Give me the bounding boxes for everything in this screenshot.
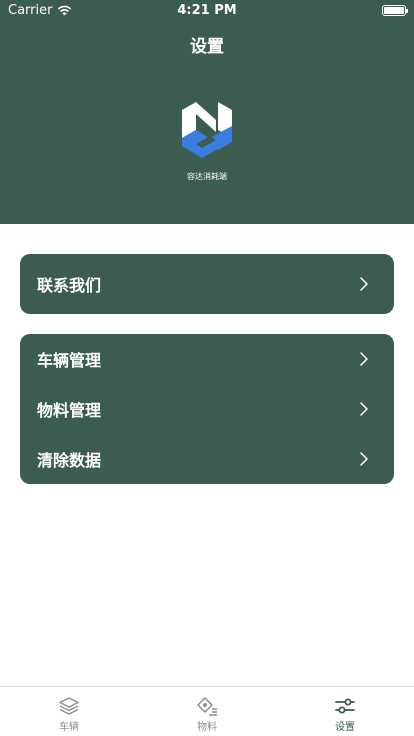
menu-item-label: 车辆管理 bbox=[37, 351, 102, 370]
chevron-right-icon bbox=[360, 452, 368, 466]
materials-icon bbox=[197, 697, 217, 716]
tab-settings[interactable]: 设置 bbox=[305, 687, 385, 736]
layers-icon bbox=[59, 697, 79, 715]
tab-vehicles[interactable]: 车辆 bbox=[29, 687, 109, 736]
menu-item-material-management[interactable]: 物料管理 bbox=[20, 384, 394, 434]
menu-item-label: 物料管理 bbox=[37, 401, 102, 420]
tab-label: 车辆 bbox=[59, 722, 79, 733]
menu-item-clear-data[interactable]: 清除数据 bbox=[20, 434, 394, 484]
tab-bar: 车辆 物料 设置 bbox=[0, 686, 414, 736]
sliders-icon bbox=[335, 698, 355, 714]
app-logo bbox=[182, 102, 232, 158]
status-bar: Carrier 4:21 PM bbox=[0, 0, 414, 22]
chevron-right-icon bbox=[360, 352, 368, 366]
tab-label: 物料 bbox=[197, 722, 217, 733]
tab-label: 设置 bbox=[335, 722, 355, 733]
menu-item-contact-us[interactable]: 联系我们 bbox=[20, 254, 394, 314]
battery-icon bbox=[382, 5, 408, 16]
management-card: 车辆管理 物料管理 清除数据 bbox=[20, 334, 394, 484]
clock: 4:21 PM bbox=[177, 3, 237, 18]
page-title: 设置 bbox=[190, 37, 224, 57]
menu-item-label: 联系我们 bbox=[37, 276, 102, 295]
app-name: 容达消耗端 bbox=[187, 172, 227, 181]
menu-item-label: 清除数据 bbox=[37, 451, 102, 470]
header: Carrier 4:21 PM 设置 容达消耗端 bbox=[0, 0, 414, 224]
chevron-right-icon bbox=[360, 277, 368, 291]
menu-item-vehicle-management[interactable]: 车辆管理 bbox=[20, 334, 394, 384]
tab-materials[interactable]: 物料 bbox=[167, 687, 247, 736]
chevron-right-icon bbox=[360, 402, 368, 416]
contact-card: 联系我们 bbox=[20, 254, 394, 314]
